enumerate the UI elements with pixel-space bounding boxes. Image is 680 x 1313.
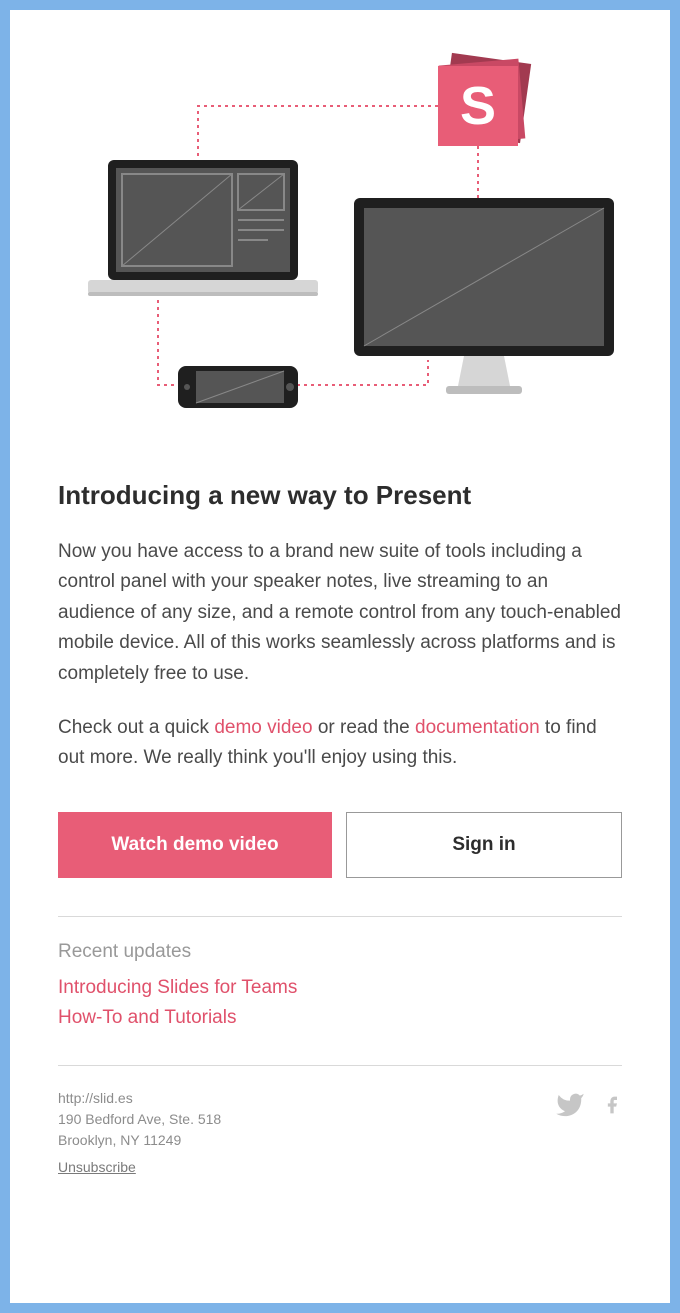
intro-paragraph: Now you have access to a brand new suite…: [58, 537, 622, 689]
p2-mid-text: or read the: [313, 717, 415, 738]
unsubscribe-link[interactable]: Unsubscribe: [58, 1157, 136, 1178]
phone-icon: [178, 366, 298, 408]
cta-row: Watch demo video Sign in: [58, 812, 622, 878]
email-container: S: [10, 10, 670, 1303]
footer-address-line1: 190 Bedford Ave, Ste. 518: [58, 1109, 221, 1130]
laptop-icon: [88, 160, 318, 296]
update-link[interactable]: How-To and Tutorials: [58, 1007, 622, 1029]
footer-address-line2: Brooklyn, NY 11249: [58, 1130, 221, 1151]
svg-text:S: S: [460, 76, 496, 136]
twitter-icon[interactable]: [552, 1090, 588, 1125]
social-icons: [552, 1088, 622, 1127]
secondary-paragraph: Check out a quick demo video or read the…: [58, 713, 622, 774]
monitor-icon: [354, 198, 614, 394]
facebook-icon[interactable]: [602, 1088, 622, 1127]
footer-url: http://slid.es: [58, 1088, 221, 1109]
update-link[interactable]: Introducing Slides for Teams: [58, 977, 622, 999]
recent-updates: Recent updates Introducing Slides for Te…: [58, 917, 622, 1065]
updates-heading: Recent updates: [58, 941, 622, 963]
footer-address: http://slid.es 190 Bedford Ave, Ste. 518…: [58, 1088, 221, 1178]
p2-prefix-text: Check out a quick: [58, 717, 214, 738]
documentation-link[interactable]: documentation: [415, 717, 540, 738]
watch-demo-button[interactable]: Watch demo video: [58, 812, 332, 878]
footer: http://slid.es 190 Bedford Ave, Ste. 518…: [58, 1066, 622, 1178]
headline: Introducing a new way to Present: [58, 480, 622, 511]
hero-illustration: S: [58, 40, 622, 420]
sign-in-button[interactable]: Sign in: [346, 812, 622, 878]
logo-icon: S: [438, 53, 531, 146]
demo-video-link[interactable]: demo video: [214, 717, 312, 738]
